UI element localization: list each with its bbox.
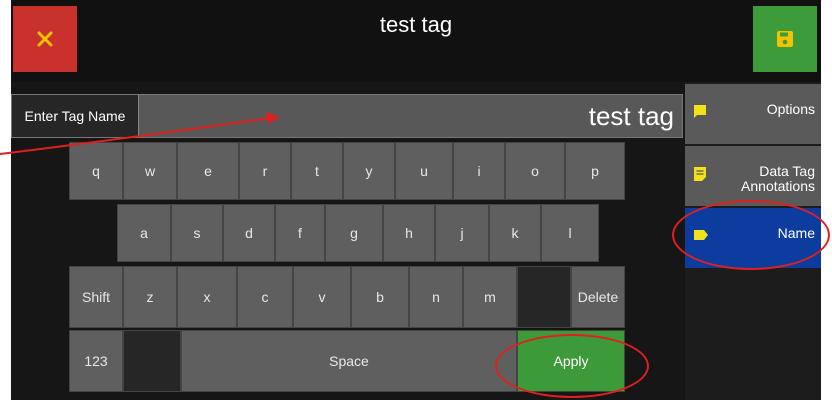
annotation-arrow xyxy=(0,112,280,155)
